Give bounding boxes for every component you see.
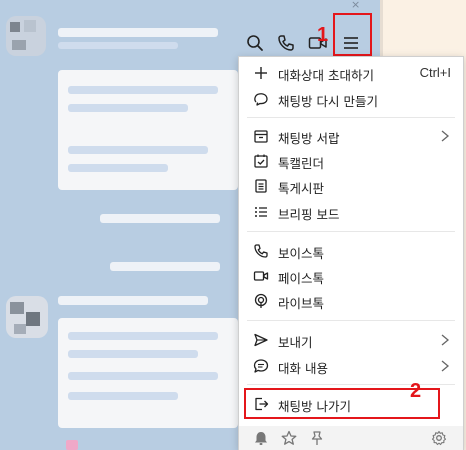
menu-item-label: 보내기 — [278, 335, 313, 350]
menu-footer — [239, 426, 463, 450]
avatar — [6, 296, 48, 338]
board-icon — [252, 177, 270, 195]
video-call-icon — [252, 267, 270, 285]
calendar-check-icon — [252, 152, 270, 170]
menu-separator — [247, 384, 455, 385]
menu-item-label: 톡캘린더 — [278, 156, 325, 171]
settings-icon[interactable] — [431, 430, 447, 446]
menu-item-label: 톡게시판 — [278, 181, 325, 196]
callout-highlight — [333, 13, 372, 56]
bell-icon[interactable] — [253, 430, 269, 446]
menu-item-label: 대화상대 초대하기 — [278, 68, 374, 83]
send-icon — [252, 331, 270, 349]
close-icon[interactable]: × — [351, 0, 371, 10]
menu-item-face-talk[interactable]: 페이스톡 — [239, 264, 463, 288]
chevron-right-icon — [439, 332, 451, 348]
menu-item-voice-talk[interactable]: 보이스톡 — [239, 239, 463, 263]
menu-item-chat-content[interactable]: 대화 내용 — [239, 354, 463, 378]
pin-icon[interactable] — [309, 430, 325, 446]
chat-bubble-icon — [252, 357, 270, 375]
menu-item-calendar[interactable]: 톡캘린더 — [239, 149, 463, 173]
menu-item-invite[interactable]: 대화상대 초대하기 Ctrl+I — [239, 61, 463, 85]
menu-item-label: 라이브톡 — [278, 296, 325, 311]
star-icon[interactable] — [281, 430, 297, 446]
menu-item-label: 페이스톡 — [278, 271, 325, 286]
live-icon — [252, 292, 270, 310]
menu-item-live-talk[interactable]: 라이브톡 — [239, 289, 463, 313]
menu-item-label: 채팅방 서랍 — [278, 131, 340, 146]
menu-item-drawer[interactable]: 채팅방 서랍 — [239, 124, 463, 148]
menu-separator — [247, 117, 455, 118]
callout-highlight — [244, 388, 440, 419]
drawer-icon — [252, 127, 270, 145]
menu-item-shortcut: Ctrl+I — [419, 65, 451, 80]
menu-item-label: 브리핑 보드 — [278, 207, 340, 222]
menu-item-send[interactable]: 보내기 — [239, 328, 463, 352]
menu-item-briefing-board[interactable]: 브리핑 보드 — [239, 200, 463, 224]
plus-icon — [252, 64, 270, 82]
chevron-right-icon — [439, 358, 451, 374]
menu-separator — [247, 320, 455, 321]
list-icon — [252, 203, 270, 221]
chat-refresh-icon — [252, 90, 270, 108]
menu-item-recreate-chat[interactable]: 채팅방 다시 만들기 — [239, 87, 463, 111]
callout-number: 1 — [317, 24, 329, 46]
avatar — [6, 16, 46, 56]
menu-item-label: 보이스톡 — [278, 246, 325, 261]
chevron-right-icon — [439, 128, 451, 144]
menu-item-label: 대화 내용 — [278, 361, 328, 376]
phone-icon[interactable] — [273, 30, 299, 56]
menu-item-board[interactable]: 톡게시판 — [239, 174, 463, 198]
menu-separator — [247, 231, 455, 232]
search-icon[interactable] — [242, 30, 268, 56]
voice-call-icon — [252, 242, 270, 260]
menu-item-label: 채팅방 다시 만들기 — [278, 94, 378, 109]
